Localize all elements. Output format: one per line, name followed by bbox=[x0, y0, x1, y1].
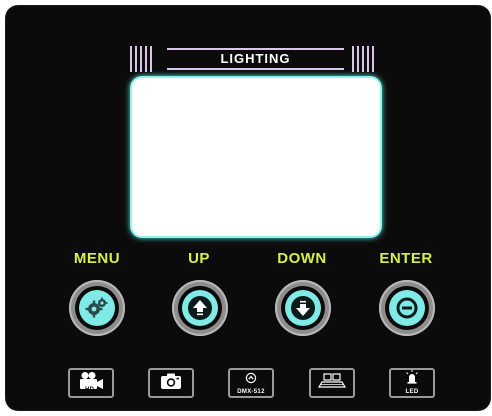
enter-label: ENTER bbox=[379, 250, 433, 267]
arrow-up-icon bbox=[187, 295, 213, 321]
menu-button[interactable] bbox=[69, 280, 125, 336]
stage-button[interactable] bbox=[309, 368, 355, 398]
header-title-box: LIGHTING bbox=[167, 46, 344, 72]
camera-button[interactable] bbox=[148, 368, 194, 398]
up-button[interactable] bbox=[172, 280, 228, 336]
menu-label: MENU bbox=[73, 250, 121, 267]
gear-icon bbox=[85, 296, 109, 320]
up-label: UP bbox=[188, 250, 210, 267]
down-label: DOWN bbox=[277, 250, 327, 267]
control-panel: LIGHTING MENU UP DOWN ENTER HD DMX-512 L… bbox=[6, 6, 490, 410]
hd-label: HD bbox=[85, 387, 95, 393]
stage-icon bbox=[317, 372, 347, 395]
arrow-down-icon bbox=[290, 295, 316, 321]
dmx-icon bbox=[245, 371, 257, 389]
hd-video-button[interactable]: HD bbox=[68, 368, 114, 398]
camera-icon bbox=[159, 372, 183, 395]
dmx-button[interactable]: DMX-512 bbox=[228, 368, 274, 398]
header-stripes-right bbox=[352, 46, 374, 72]
panel-title: LIGHTING bbox=[220, 51, 291, 66]
display-screen bbox=[132, 78, 380, 236]
led-label: LED bbox=[405, 389, 419, 395]
down-button[interactable] bbox=[275, 280, 331, 336]
header-stripes-left bbox=[130, 46, 152, 72]
led-button[interactable]: LED bbox=[389, 368, 435, 398]
enter-button[interactable] bbox=[379, 280, 435, 336]
enter-icon bbox=[395, 296, 419, 320]
led-lamp-icon bbox=[404, 370, 420, 389]
dmx-label: DMX-512 bbox=[237, 388, 265, 395]
